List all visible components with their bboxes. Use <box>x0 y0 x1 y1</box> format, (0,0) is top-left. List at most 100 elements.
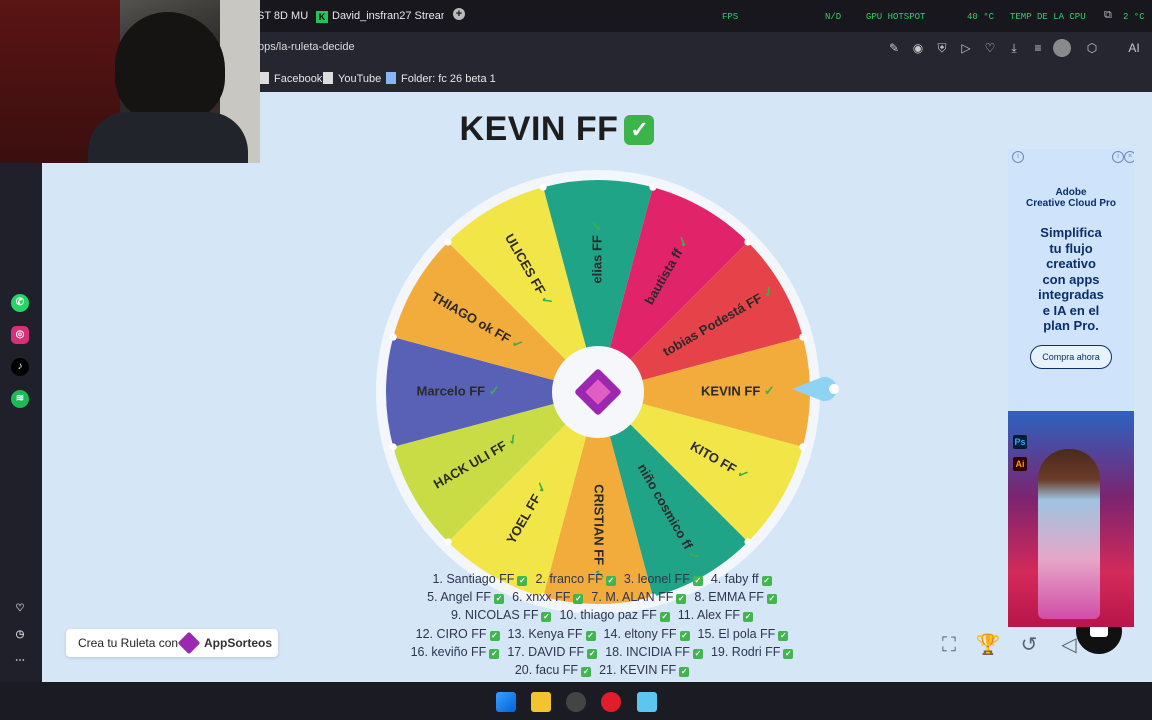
bookmark-youtube[interactable]: YouTube <box>323 72 381 85</box>
segment-check-icon: ✓ <box>589 221 604 232</box>
instagram-icon[interactable]: ◎ <box>11 326 29 344</box>
ad-headline-line: con apps <box>1042 271 1100 287</box>
download-icon[interactable]: ⤓ <box>1007 41 1021 55</box>
participant-item: 8. EMMA FF ✓ <box>694 590 777 605</box>
participant-item: 20. facu FF ✓ <box>515 663 592 678</box>
participant-item: 5. Angel FF ✓ <box>427 590 505 605</box>
wheel-peg <box>389 443 397 451</box>
check-mark-icon: ✓ <box>587 648 598 659</box>
menu-icon[interactable]: ≡ <box>1031 41 1045 55</box>
camera-icon[interactable]: ◉ <box>911 41 925 55</box>
hud-cpu-label: TEMP DE LA CPU <box>1010 12 1086 22</box>
check-mark-icon: ✓ <box>659 612 670 623</box>
tab-label: ST 8D MU <box>257 10 309 22</box>
tiktok-icon[interactable]: ♪ <box>11 358 29 376</box>
wheel-segment-label: CRISTIAN FF ✓ <box>592 484 607 579</box>
ad-headline: Simplifica tu flujo creativo con apps integr… <box>1008 225 1134 334</box>
ad-headline-line: tu flujo <box>1049 240 1093 256</box>
ad-brand-line: Creative Cloud Pro <box>1025 198 1117 209</box>
participant-name: 19. Rodri FF <box>710 644 781 659</box>
participant-item: 1. Santiago FF ✓ <box>432 572 528 586</box>
heart-icon[interactable]: ♡ <box>983 41 997 55</box>
opera-icon[interactable] <box>601 692 621 712</box>
wheel-segment-label: KEVIN FF ✓ <box>701 383 775 398</box>
wheel-peg <box>744 238 752 246</box>
more-options-icon[interactable]: ⋯ <box>11 652 29 670</box>
ad-choices-icon[interactable]: i <box>1012 151 1024 163</box>
chrome-icon[interactable] <box>566 692 586 712</box>
hud-fps: FPS <box>722 12 739 22</box>
heart-icon[interactable]: ♡ <box>11 600 29 618</box>
illustrator-logo-icon: Ai <box>1013 457 1027 471</box>
reset-icon[interactable]: ↺ <box>1016 632 1042 658</box>
ad-headline-line: Simplifica <box>1040 225 1102 240</box>
adobe-ad[interactable]: i i × Adobe Creative Cloud Pro Simplific… <box>1008 149 1134 627</box>
new-tab-button[interactable]: + <box>453 8 465 20</box>
bookmark-page-icon <box>259 72 269 84</box>
url-field[interactable]: pps/la-ruleta-decide <box>258 41 355 53</box>
play-icon[interactable]: ▷ <box>959 41 973 55</box>
participant-item: 18. INCIDIA FF ✓ <box>605 645 703 659</box>
participant-item: 4. faby ff ✓ <box>711 572 772 586</box>
spotify-icon[interactable]: ≋ <box>11 390 29 408</box>
edit-icon[interactable]: ✎ <box>887 41 901 55</box>
shield-icon[interactable]: ⛨ <box>935 41 949 55</box>
participant-name: 3. leonel FF <box>623 572 690 586</box>
bookmark-folder[interactable]: Folder: fc 26 beta 1 <box>386 72 496 85</box>
winner-name: KEVIN FF <box>459 110 619 148</box>
tab-music[interactable]: ST 8D MU <box>257 6 309 26</box>
participant-name: 10. thiago paz FF <box>559 608 657 623</box>
participant-name: 9. NICOLAS FF <box>450 608 539 623</box>
participant-name: 8. EMMA FF <box>694 590 764 605</box>
tab-kick-stream[interactable]: K David_insfran27 Stream - <box>316 6 444 26</box>
wheel-peg <box>744 538 752 546</box>
segment-check-icon: ✓ <box>489 383 500 398</box>
participant-name: 1. Santiago FF <box>432 572 515 586</box>
participant-name: 17. DAVID FF <box>507 644 585 659</box>
ad-person-image <box>1038 449 1100 619</box>
bookmark-facebook[interactable]: Facebook <box>259 72 322 85</box>
ad-headline-line: plan Pro. <box>1043 318 1099 333</box>
wheel-pointer <box>792 377 839 401</box>
participant-item: 2. franco FF ✓ <box>535 572 616 586</box>
bookmark-label: YouTube <box>338 73 382 85</box>
check-mark-icon: ✓ <box>573 594 584 605</box>
file-explorer-icon[interactable] <box>531 692 551 712</box>
extension-cube-icon[interactable]: ⬡ <box>1085 41 1099 55</box>
notepad-icon[interactable] <box>637 692 657 712</box>
participant-item: 11. Alex FF ✓ <box>677 608 754 623</box>
windows-start-icon[interactable] <box>496 692 516 712</box>
badge-brand: AppSorteos <box>204 636 273 650</box>
wheel-peg <box>444 538 452 546</box>
badge-prefix: Crea tu Ruleta con <box>78 636 179 650</box>
whatsapp-icon[interactable]: ✆ <box>11 294 29 312</box>
participant-item: 12. CIRO FF ✓ <box>416 627 500 641</box>
check-mark-icon: ✓ <box>581 667 592 678</box>
participant-name: 15. El pola FF <box>697 626 776 641</box>
participant-row: 16. keviño FF ✓ 17. DAVID FF ✓ 18. INCIDIA F… <box>342 643 862 661</box>
ai-button[interactable]: AI <box>1122 41 1146 55</box>
ad-cta-button[interactable]: Compra ahora <box>1030 345 1112 369</box>
participant-item: 17. DAVID FF ✓ <box>507 644 598 659</box>
participant-name: 4. faby ff <box>710 572 759 586</box>
history-clock-icon[interactable]: ◷ <box>11 626 29 644</box>
ad-info-icon[interactable]: i <box>1112 151 1124 163</box>
webcam-shirt <box>88 112 248 163</box>
check-mark-icon: ✓ <box>517 576 528 586</box>
roulette-wheel[interactable]: elias FF ✓bautista ff ✓tobias Podestá FF… <box>376 170 820 614</box>
ad-close-icon[interactable]: × <box>1124 151 1134 163</box>
bookmark-page-icon <box>323 72 333 84</box>
appsorteos-badge[interactable]: Crea tu Ruleta con AppSorteos <box>66 629 278 657</box>
trophy-icon[interactable]: 🏆 <box>975 632 1001 658</box>
roulette-page: KEVIN FF ✓ elias FF ✓ bautista ff ✓ tobias … <box>42 92 1152 682</box>
participants-list: 1. Santiago FF ✓ 2. franco FF ✓ 3. leonel FF… <box>342 570 862 679</box>
avatar[interactable] <box>1053 39 1071 57</box>
window-control-icon[interactable]: ⧉ <box>1104 9 1112 22</box>
fullscreen-icon[interactable]: ⛶ <box>936 632 962 658</box>
participant-name: 11. Alex FF <box>677 608 741 623</box>
hud-gpu-label: GPU HOTSPOT <box>866 12 926 22</box>
participant-row: 5. Angel FF ✓ 6. xnxx FF ✓ 7. M. ALAN FF ✓ 8. … <box>342 588 862 606</box>
participant-item: 14. eltony FF ✓ <box>604 627 690 641</box>
check-mark-icon: ✓ <box>585 630 596 641</box>
participant-name: 18. INCIDIA FF <box>605 644 690 659</box>
